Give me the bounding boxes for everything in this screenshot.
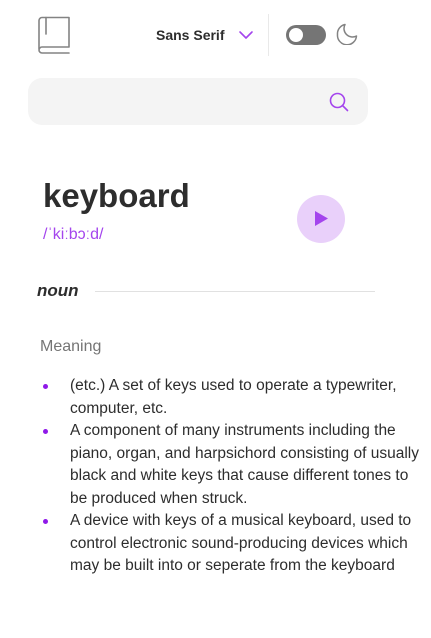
bullet xyxy=(43,429,48,434)
theme-toggle[interactable] xyxy=(286,25,326,45)
search-bar xyxy=(28,78,368,127)
definition-text: A device with keys of a musical keyboard… xyxy=(70,512,412,574)
definitions-list: (etc.) A set of keys used to operate a t… xyxy=(40,375,420,578)
play-icon xyxy=(315,211,328,226)
definition-text: (etc.) A set of keys used to operate a t… xyxy=(70,377,397,417)
search-input[interactable] xyxy=(46,78,330,127)
bullet xyxy=(43,519,48,524)
part-of-speech: noun xyxy=(37,281,79,300)
definition-item: A device with keys of a musical keyboard… xyxy=(40,510,420,578)
header-divider xyxy=(268,14,269,56)
bullet xyxy=(43,384,48,389)
part-of-speech-divider xyxy=(95,291,375,292)
font-family-select-value: Sans Serif xyxy=(156,27,225,43)
chevron-down-icon xyxy=(239,31,254,39)
phonetic-text: /ˈkiːbɔːd/ xyxy=(43,226,104,243)
theme-toggle-knob xyxy=(289,28,303,42)
search-icon[interactable] xyxy=(329,92,349,112)
definition-item: A component of many instruments includin… xyxy=(40,420,420,510)
word-title: keyboard xyxy=(43,177,190,214)
dictionary-app: Sans Serif keyboard /ˈkiːbɔːd/ noun Mean… xyxy=(0,0,431,638)
font-family-select[interactable]: Sans Serif xyxy=(150,22,254,48)
header: Sans Serif xyxy=(0,0,431,70)
moon-icon[interactable] xyxy=(336,23,358,45)
play-button[interactable] xyxy=(297,195,345,243)
definition-text: A component of many instruments includin… xyxy=(70,422,419,507)
meaning-label: Meaning xyxy=(40,338,102,355)
definition-item: (etc.) A set of keys used to operate a t… xyxy=(40,375,420,420)
book-icon[interactable] xyxy=(36,16,72,54)
